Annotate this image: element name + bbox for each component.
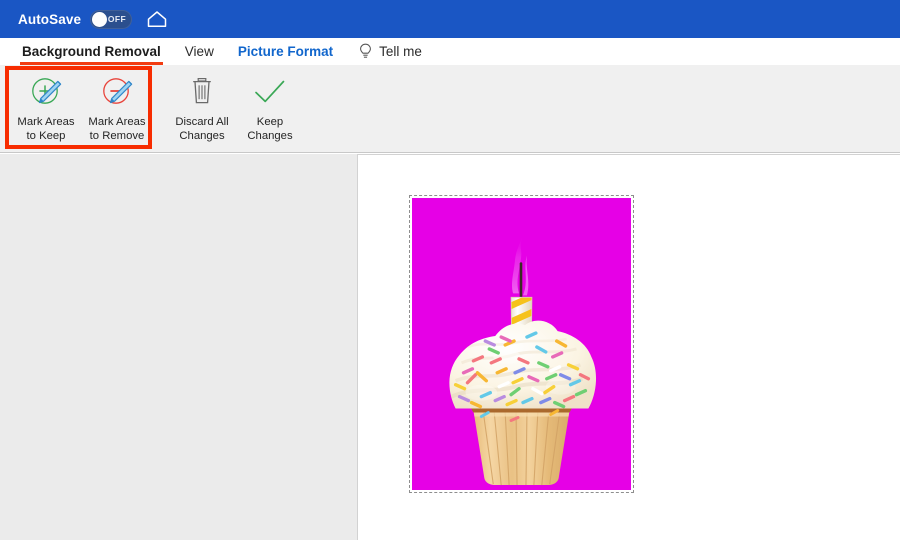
document-canvas[interactable] bbox=[357, 154, 900, 540]
ribbon: Mark Areas to Keep Mark Areas to Remove bbox=[0, 65, 900, 153]
mark-remove-icon bbox=[97, 74, 137, 114]
workspace-area bbox=[0, 154, 900, 540]
lightbulb-icon bbox=[359, 43, 372, 60]
tab-label: Picture Format bbox=[237, 44, 334, 59]
cupcake-picture[interactable] bbox=[412, 198, 631, 490]
tab-background-removal[interactable]: Background Removal bbox=[10, 38, 173, 65]
tab-label: View bbox=[184, 44, 214, 59]
button-label: Mark Areas to Remove bbox=[88, 116, 146, 142]
mark-areas-to-remove-button[interactable]: Mark Areas to Remove bbox=[80, 65, 154, 143]
toggle-knob bbox=[92, 11, 108, 27]
discard-all-changes-button[interactable]: Discard All Changes bbox=[168, 65, 236, 143]
mark-keep-icon bbox=[26, 74, 66, 114]
tab-label: Tell me bbox=[379, 44, 422, 59]
button-label: Mark Areas to Keep bbox=[17, 116, 75, 142]
app-window: AutoSave OFF Background Removal View Pic… bbox=[0, 0, 900, 540]
button-label: Discard All Changes bbox=[175, 116, 229, 142]
trash-icon bbox=[185, 74, 219, 114]
toggle-state-label: OFF bbox=[107, 13, 127, 24]
tab-picture-format[interactable]: Picture Format bbox=[226, 38, 345, 65]
autosave-label: AutoSave bbox=[18, 11, 82, 27]
button-label: Keep Changes bbox=[247, 116, 293, 142]
checkmark-icon bbox=[250, 74, 290, 114]
autosave-toggle[interactable]: OFF bbox=[90, 9, 133, 29]
tab-label: Background Removal bbox=[22, 44, 161, 59]
picture-selection-frame[interactable] bbox=[409, 195, 634, 493]
ribbon-tab-strip: Background Removal View Picture Format T… bbox=[0, 38, 900, 65]
tab-tell-me[interactable]: Tell me bbox=[345, 38, 434, 65]
home-icon[interactable] bbox=[146, 9, 168, 29]
mark-areas-to-keep-button[interactable]: Mark Areas to Keep bbox=[12, 65, 80, 143]
keep-changes-button[interactable]: Keep Changes bbox=[236, 65, 304, 143]
title-bar: AutoSave OFF bbox=[0, 0, 900, 38]
tab-view[interactable]: View bbox=[173, 38, 226, 65]
